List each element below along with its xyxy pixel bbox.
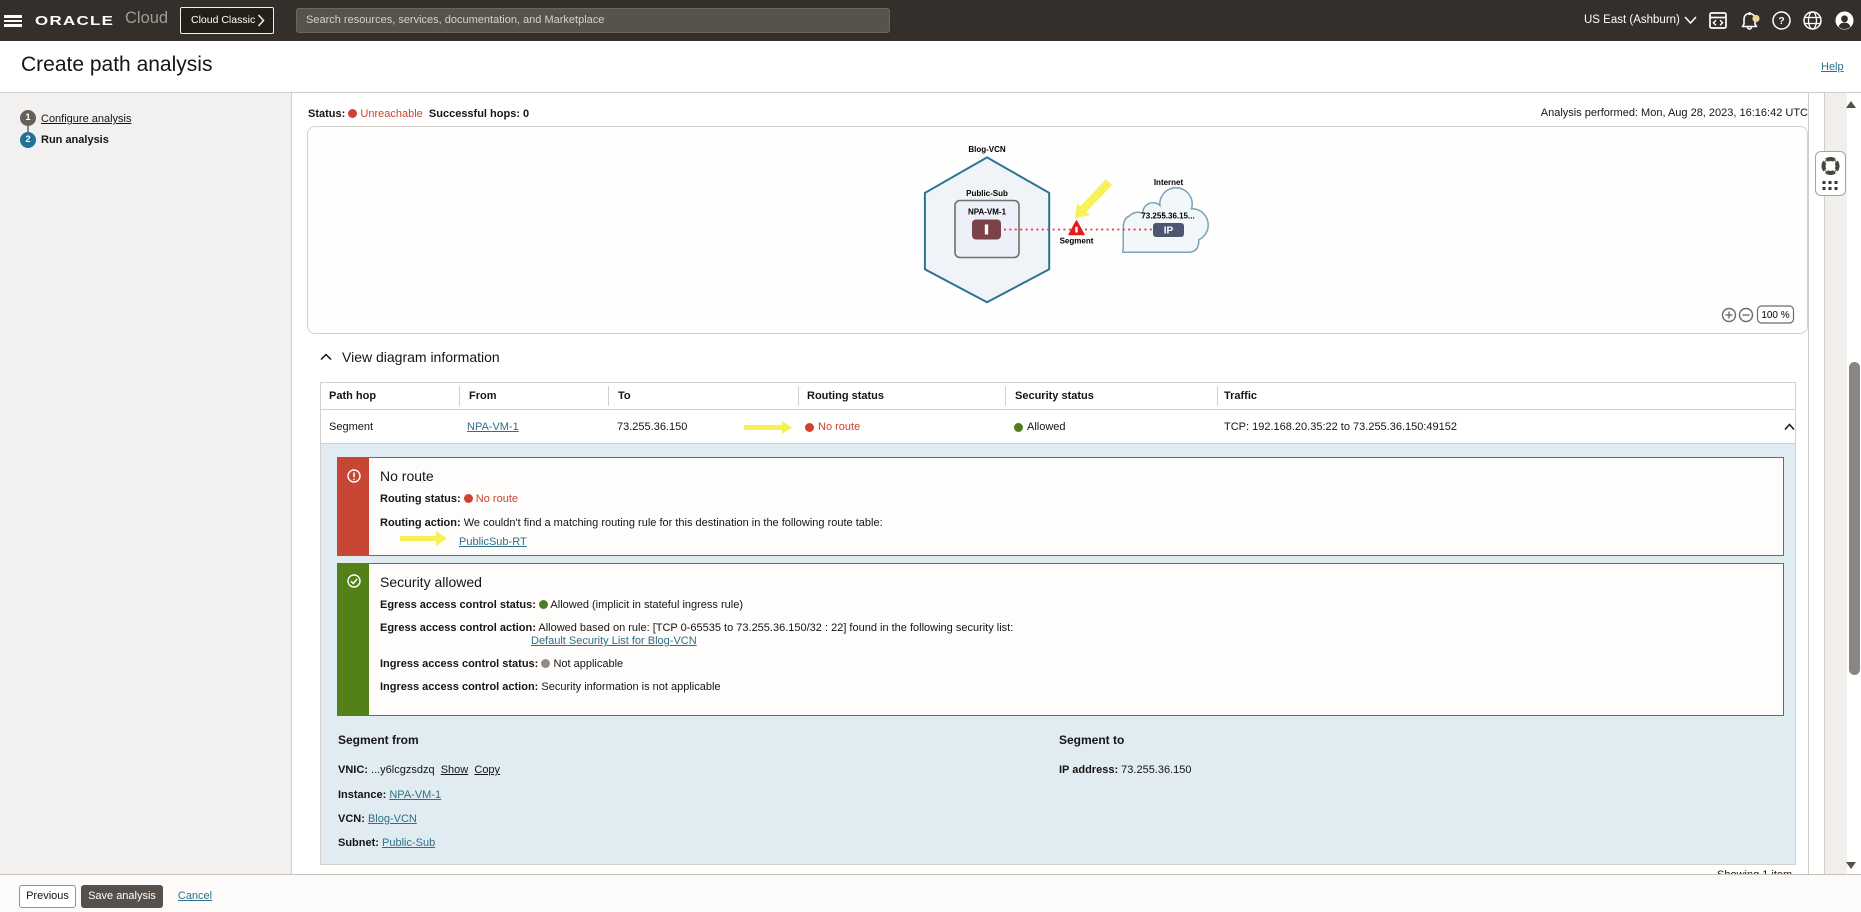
svg-text:Public-Sub: Public-Sub: [966, 189, 1008, 198]
svg-text:Blog-VCN: Blog-VCN: [968, 145, 1006, 154]
svg-text:Internet: Internet: [1154, 178, 1184, 187]
svg-text:73.255.36.15...: 73.255.36.15...: [1141, 212, 1194, 221]
svg-text:?: ?: [1778, 16, 1784, 27]
svg-text:NPA-VM-1: NPA-VM-1: [968, 208, 1007, 217]
svg-text:IP: IP: [1164, 226, 1174, 237]
svg-text:100 %: 100 %: [1761, 310, 1789, 321]
svg-text:Segment: Segment: [1060, 237, 1094, 246]
